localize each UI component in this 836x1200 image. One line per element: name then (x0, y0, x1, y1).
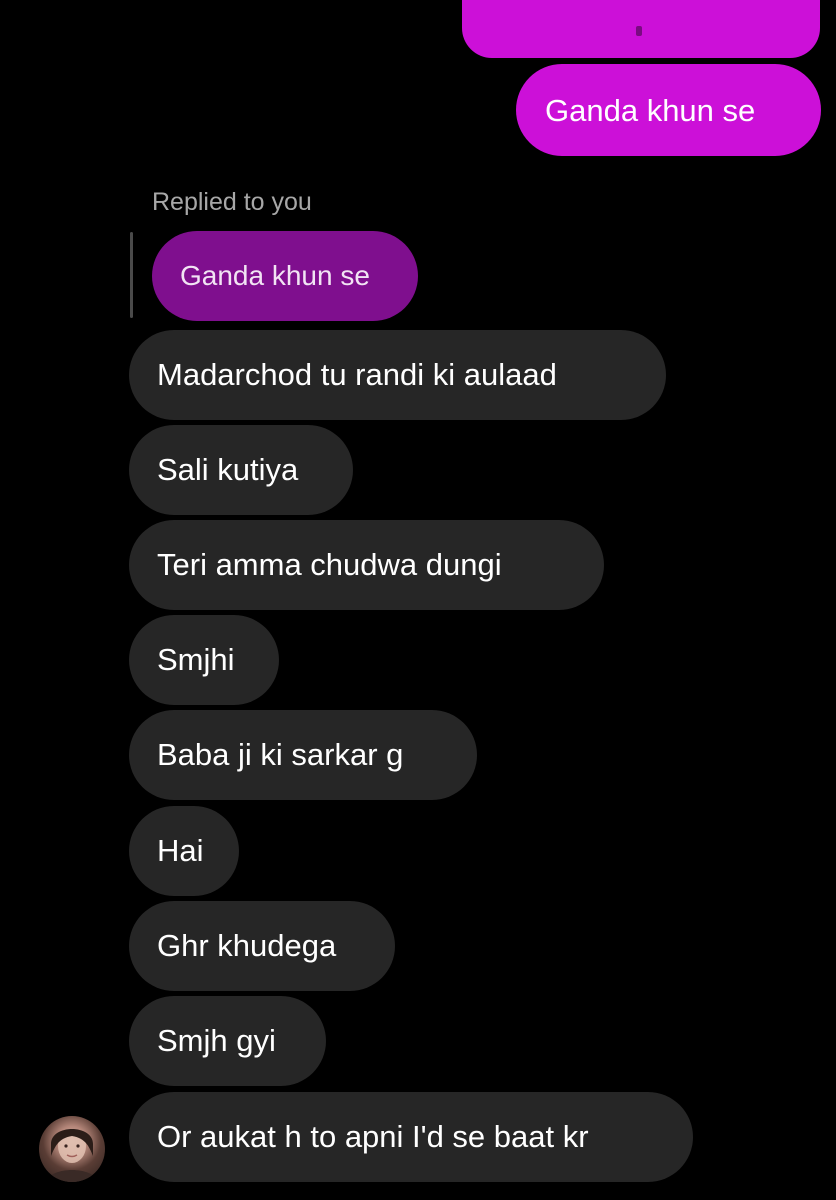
incoming-message[interactable]: Baba ji ki sarkar g (129, 710, 477, 800)
outgoing-message[interactable]: Ganda khun se (516, 64, 821, 156)
sender-avatar[interactable] (39, 1116, 105, 1182)
incoming-message-text: Teri amma chudwa dungi (157, 547, 502, 582)
quoted-message-text: Ganda khun se (180, 260, 370, 291)
replied-to-you-label: Replied to you (152, 188, 312, 216)
incoming-message[interactable]: Smjhi (129, 615, 279, 705)
chat-screen: Ganda khun se Replied to you Ganda khun … (0, 0, 836, 1200)
avatar-photo-icon (47, 1129, 97, 1182)
incoming-message-text: Smjhi (157, 642, 235, 677)
incoming-message[interactable]: Madarchod tu randi ki aulaad (129, 330, 666, 420)
incoming-message-text: Sali kutiya (157, 452, 299, 487)
incoming-message[interactable]: Teri amma chudwa dungi (129, 520, 604, 610)
incoming-message-text: Smjh gyi (157, 1023, 276, 1058)
incoming-message-text: Hai (157, 833, 204, 868)
incoming-message-text: Ghr khudega (157, 928, 337, 963)
partial-text-fragment (636, 26, 642, 36)
incoming-message-text: Madarchod tu randi ki aulaad (157, 357, 557, 392)
incoming-message[interactable]: Ghr khudega (129, 901, 395, 991)
outgoing-message-partial[interactable] (462, 0, 820, 58)
quoted-message[interactable]: Ganda khun se (152, 231, 418, 321)
incoming-message[interactable]: Hai (129, 806, 239, 896)
reply-indicator-line (130, 232, 133, 318)
outgoing-message-text: Ganda khun se (545, 92, 756, 128)
incoming-message-text: Or aukat h to apni I'd se baat kr (157, 1119, 589, 1154)
incoming-message[interactable]: Or aukat h to apni I'd se baat kr (129, 1092, 693, 1182)
header-fragment (160, 0, 440, 4)
incoming-message-text: Baba ji ki sarkar g (157, 737, 404, 772)
incoming-message[interactable]: Sali kutiya (129, 425, 353, 515)
incoming-message[interactable]: Smjh gyi (129, 996, 326, 1086)
